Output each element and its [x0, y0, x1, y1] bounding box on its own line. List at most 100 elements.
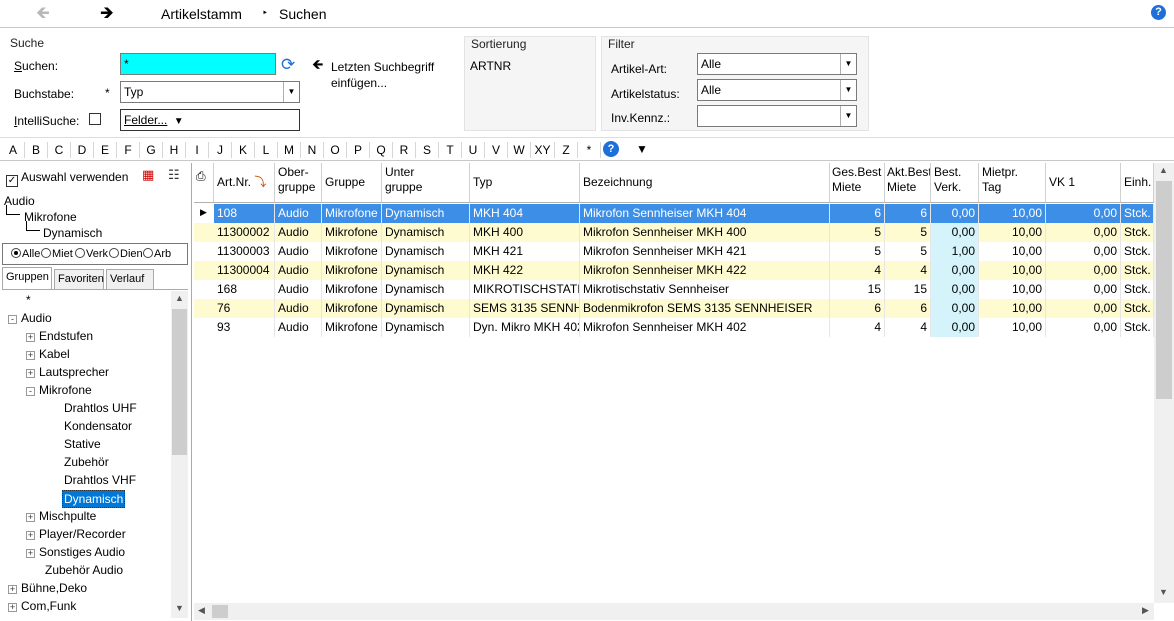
help-icon[interactable]: ?: [1151, 5, 1166, 20]
cell-akt[interactable]: 4: [885, 261, 931, 280]
table-row[interactable]: 168 Audio Mikrofone Dynamisch MIKROTISCHSTAT…: [194, 280, 1154, 299]
cell-bez[interactable]: Mikrofon Sennheiser MKH 402: [580, 318, 830, 337]
expand-icon[interactable]: +: [26, 549, 35, 558]
radio-alle[interactable]: Alle: [11, 248, 41, 260]
group-transfer-icon[interactable]: ▦: [142, 167, 154, 183]
tree-item-dynamisch[interactable]: Dynamisch: [62, 490, 126, 508]
cell-unter[interactable]: Dynamisch: [382, 242, 470, 261]
cell-gruppe[interactable]: Mikrofone: [322, 223, 382, 242]
cell-unter[interactable]: Dynamisch: [382, 318, 470, 337]
table-row[interactable]: 11300002 Audio Mikrofone Dynamisch MKH 400 Mi…: [194, 223, 1154, 242]
col-header-bezeichnung[interactable]: Bezeichnung: [580, 163, 830, 203]
cell-einh[interactable]: Stck.: [1121, 223, 1154, 242]
letter-l[interactable]: L: [255, 142, 278, 158]
letter-n[interactable]: N: [301, 142, 324, 158]
cell-verk[interactable]: 0,00: [931, 280, 979, 299]
cell-vk1[interactable]: 0,00: [1046, 280, 1121, 299]
refresh-icon[interactable]: ⟳: [281, 55, 295, 75]
cell-vk1[interactable]: 0,00: [1046, 223, 1121, 242]
col-header-untergruppe[interactable]: Unter gruppe: [382, 163, 470, 203]
tree-scroll-thumb[interactable]: [172, 309, 187, 455]
cell-artnr[interactable]: 93: [214, 318, 275, 337]
cell-artnr[interactable]: 168: [214, 280, 275, 299]
col-header-typ[interactable]: Typ: [470, 163, 580, 203]
cell-typ[interactable]: MKH 404: [470, 204, 580, 223]
scroll-right-icon[interactable]: ▶: [1142, 605, 1149, 616]
letter-t[interactable]: T: [439, 142, 462, 158]
col-header-mietpr[interactable]: Mietpr. Tag: [979, 163, 1046, 203]
cell-typ[interactable]: MKH 421: [470, 242, 580, 261]
tab-gruppen[interactable]: Gruppen: [2, 267, 52, 289]
radio-circle-icon[interactable]: [11, 248, 21, 258]
grid-vertical-scrollbar[interactable]: ▲ ▼: [1154, 163, 1174, 603]
col-header-obergruppe[interactable]: Ober- gruppe: [275, 163, 322, 203]
tree-item-player-recorder[interactable]: + Player/Recorder: [26, 526, 126, 542]
radio-arb[interactable]: Arb: [143, 248, 173, 260]
tree-item-mischpulte[interactable]: + Mischpulte: [26, 508, 96, 524]
cell-bez[interactable]: Mikrotischstativ Sennheiser: [580, 280, 830, 299]
cell-ober[interactable]: Audio: [275, 223, 322, 242]
radio-dienst[interactable]: Dienst: [109, 248, 143, 260]
tree-item-zubehoer[interactable]: Zubehör: [64, 454, 109, 470]
cell-ober[interactable]: Audio: [275, 299, 322, 318]
cell-einh[interactable]: Stck.: [1121, 242, 1154, 261]
scroll-up-icon[interactable]: ▲: [1159, 165, 1168, 175]
cell-verk[interactable]: 0,00: [931, 204, 979, 223]
invkennz-select[interactable]: ▼: [697, 105, 857, 127]
cell-bez[interactable]: Mikrofon Sennheiser MKH 421: [580, 242, 830, 261]
collapse-icon[interactable]: -: [26, 387, 35, 396]
table-row[interactable]: ▶ 108 Audio Mikrofone Dynamisch MKH 404 Mikrof…: [194, 204, 1154, 223]
cell-bez[interactable]: Bodenmikrofon SEMS 3135 SENNHEISER: [580, 299, 830, 318]
letter-a[interactable]: A: [2, 142, 25, 158]
letter-f[interactable]: F: [117, 142, 140, 158]
cell-artnr[interactable]: 11300004: [214, 261, 275, 280]
letter-m[interactable]: M: [278, 142, 301, 158]
grid-horizontal-scrollbar[interactable]: ◀ ▶: [194, 603, 1154, 620]
tree-view-icon[interactable]: ☷: [168, 167, 180, 183]
cell-einh[interactable]: Stck.: [1121, 204, 1154, 223]
tab-verlauf[interactable]: Verlauf: [106, 269, 154, 289]
cell-unter[interactable]: Dynamisch: [382, 299, 470, 318]
letter-e[interactable]: E: [94, 142, 117, 158]
cell-akt[interactable]: 6: [885, 204, 931, 223]
tree-item-mikrofone[interactable]: - Mikrofone: [26, 382, 92, 398]
letter-g[interactable]: G: [140, 142, 163, 158]
tree-item-audio[interactable]: - Audio: [8, 310, 52, 326]
cell-vk1[interactable]: 0,00: [1046, 204, 1121, 223]
letter-star[interactable]: *: [578, 142, 601, 158]
cell-miet[interactable]: 10,00: [979, 204, 1046, 223]
col-header-akt-best[interactable]: Akt.Best Miete: [885, 163, 931, 203]
tree-item-zubehoer-audio[interactable]: Zubehör Audio: [45, 562, 123, 578]
breadcrumb-root[interactable]: Artikelstamm: [161, 6, 242, 22]
letter-s[interactable]: S: [416, 142, 439, 158]
radio-miet[interactable]: Miet: [41, 248, 75, 260]
chevron-down-icon[interactable]: ▼: [283, 82, 299, 102]
letter-more-icon[interactable]: ▼: [636, 142, 648, 156]
cell-ges[interactable]: 6: [830, 204, 885, 223]
letter-w[interactable]: W: [508, 142, 531, 158]
radio-circle-icon[interactable]: [41, 248, 51, 258]
radio-circle-icon[interactable]: [143, 248, 153, 258]
tree-item-stative[interactable]: Stative: [64, 436, 101, 452]
print-icon[interactable]: ⎙: [194, 163, 214, 203]
expand-icon[interactable]: +: [8, 585, 17, 594]
expand-icon[interactable]: +: [26, 351, 35, 360]
col-header-ges-best[interactable]: Ges.Best Miete: [830, 163, 885, 203]
letter-r[interactable]: R: [393, 142, 416, 158]
cell-miet[interactable]: 10,00: [979, 318, 1046, 337]
scroll-down-icon[interactable]: ▼: [1159, 587, 1168, 597]
cell-ober[interactable]: Audio: [275, 242, 322, 261]
cell-einh[interactable]: Stck.: [1121, 280, 1154, 299]
tree-item-endstufen[interactable]: + Endstufen: [26, 328, 93, 344]
cell-ges[interactable]: 5: [830, 242, 885, 261]
cell-vk1[interactable]: 0,00: [1046, 318, 1121, 337]
expand-icon[interactable]: +: [26, 369, 35, 378]
cell-unter[interactable]: Dynamisch: [382, 280, 470, 299]
cell-artnr[interactable]: 108: [214, 204, 275, 223]
col-header-gruppe[interactable]: Gruppe: [322, 163, 382, 203]
tree-item-sonstiges-audio[interactable]: + Sonstiges Audio: [26, 544, 125, 560]
cell-miet[interactable]: 10,00: [979, 223, 1046, 242]
expand-icon[interactable]: +: [26, 333, 35, 342]
expand-icon[interactable]: +: [26, 531, 35, 540]
cell-bez[interactable]: Mikrofon Sennheiser MKH 422: [580, 261, 830, 280]
